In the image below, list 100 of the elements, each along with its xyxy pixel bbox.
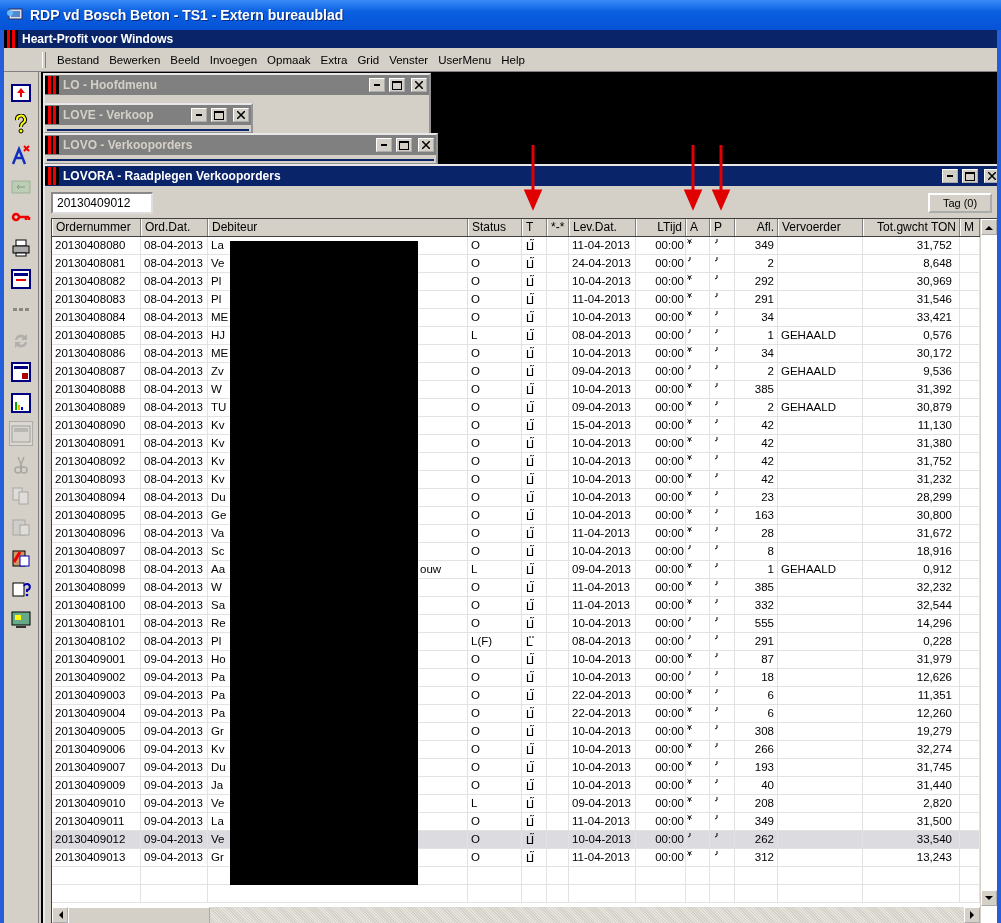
table-row[interactable]: 20130409004 09-04-2013 Pa O 22-04-2013 00:00 6 12,260 <box>52 705 980 723</box>
table-cell: 11-04-2013 <box>572 815 630 827</box>
search-field[interactable]: 20130409012 <box>51 192 153 214</box>
table-cell: O <box>471 707 480 719</box>
column-header[interactable]: T <box>522 219 547 236</box>
table-cell: 10-04-2013 <box>572 473 631 485</box>
table-row[interactable]: 20130408090 08-04-2013 Kv O 15-04-2013 00:00 42 11,130 <box>52 417 980 435</box>
table-row[interactable]: 20130408095 08-04-2013 Ge O 10-04-2013 00:00 163 30,800 <box>52 507 980 525</box>
table-cell: 00:00 <box>655 419 684 431</box>
table-cell: O <box>471 419 480 431</box>
table-row[interactable]: 20130409005 09-04-2013 Gr O 10-04-2013 00:00 308 19,279 <box>52 723 980 741</box>
scrollbar-thumb[interactable] <box>68 907 210 923</box>
column-header[interactable]: P <box>710 219 735 236</box>
table-row[interactable]: 20130409009 09-04-2013 Ja O 10-04-2013 00:00 40 31,440 <box>52 777 980 795</box>
maximize-button[interactable] <box>389 78 405 92</box>
column-header[interactable]: Vervoerder <box>778 219 863 236</box>
table-cell: 163 <box>754 509 774 521</box>
table-row[interactable]: 20130409002 09-04-2013 Pa O 10-04-2013 00:00 18 12,626 <box>52 669 980 687</box>
minimize-button[interactable] <box>369 78 385 92</box>
table-cell: O <box>471 725 480 737</box>
menu-item[interactable]: Venster <box>384 51 434 68</box>
scroll-left-button[interactable] <box>52 907 68 923</box>
scroll-down-button[interactable] <box>981 890 997 906</box>
table-cell: 10-04-2013 <box>572 437 631 449</box>
table-cell: L <box>471 563 478 575</box>
table-row[interactable]: 20130408097 08-04-2013 Sc O 10-04-2013 00:00 8 18,916 <box>52 543 980 561</box>
close-button[interactable] <box>418 138 434 152</box>
column-header[interactable]: A <box>686 219 710 236</box>
maximize-icon <box>392 80 402 90</box>
scroll-up-button[interactable] <box>981 219 997 235</box>
minimize-button[interactable] <box>376 138 392 152</box>
table-cell: 08-04-2013 <box>144 545 203 557</box>
column-header[interactable]: LTijd <box>636 219 686 236</box>
table-row[interactable]: 20130408098 08-04-2013 Aa ouw L 09-04-2013 00:00 1 GEHAALD 0,912 <box>52 561 980 579</box>
table-row[interactable]: 20130408100 08-04-2013 Sa O 11-04-2013 00:00 332 32,544 <box>52 597 980 615</box>
table-row[interactable]: 20130408093 08-04-2013 Kv O 10-04-2013 00:00 42 31,232 <box>52 471 980 489</box>
table-row[interactable]: 20130408087 08-04-2013 Zv O 09-04-2013 00:00 2 GEHAALD 9,536 <box>52 363 980 381</box>
column-header[interactable]: Debiteur <box>208 219 468 236</box>
table-cell: 34 <box>761 347 774 359</box>
column-header[interactable]: Status <box>468 219 522 236</box>
close-button[interactable] <box>411 78 427 92</box>
column-header[interactable]: Ordernummer <box>52 219 141 236</box>
column-header[interactable]: *-* <box>547 219 569 236</box>
table-row[interactable]: 20130409003 09-04-2013 Pa O 22-04-2013 00:00 6 11,351 <box>52 687 980 705</box>
table-row[interactable]: 20130408081 08-04-2013 Ve O 24-04-2013 00:00 2 8,648 <box>52 255 980 273</box>
maximize-button[interactable] <box>962 169 978 183</box>
menu-item[interactable]: Bewerken <box>104 51 166 68</box>
table-row[interactable]: 20130408091 08-04-2013 Kv O 10-04-2013 00:00 42 31,380 <box>52 435 980 453</box>
table-row[interactable]: 20130408082 08-04-2013 Pl O 10-04-2013 00:00 292 30,969 <box>52 273 980 291</box>
table-row[interactable]: 20130408080 08-04-2013 La O 11-04-2013 00:00 349 31,752 <box>52 237 980 255</box>
minimize-button[interactable] <box>942 169 958 183</box>
table-row[interactable]: 20130408083 08-04-2013 Pl O 11-04-2013 00:00 291 31,546 <box>52 291 980 309</box>
table-cell: 20130408096 <box>55 527 126 539</box>
table-row[interactable]: 20130409001 09-04-2013 Ho O 10-04-2013 00:00 87 31,979 <box>52 651 980 669</box>
toolbar-button[interactable] <box>9 266 33 291</box>
table-row[interactable]: 20130408094 08-04-2013 Du O 10-04-2013 00:00 23 28,299 <box>52 489 980 507</box>
column-header[interactable]: Ord.Dat. <box>141 219 208 236</box>
scroll-right-button[interactable] <box>964 907 980 923</box>
column-header[interactable]: Afl. <box>735 219 778 236</box>
maximize-button[interactable] <box>396 138 412 152</box>
tag-button[interactable]: Tag (0) <box>928 193 992 213</box>
menu-item[interactable]: UserMenu <box>433 51 497 68</box>
column-header[interactable]: Lev.Dat. <box>569 219 636 236</box>
menu-item[interactable]: Opmaak <box>262 51 316 68</box>
table-row[interactable]: 20130408089 08-04-2013 TU O 09-04-2013 00:00 2 GEHAALD 30,879 <box>52 399 980 417</box>
table-row[interactable]: 20130409011 09-04-2013 La O 11-04-2013 00:00 349 31,500 <box>52 813 980 831</box>
table-row[interactable]: 20130409013 09-04-2013 Gr O 11-04-2013 00:00 312 13,243 <box>52 849 980 867</box>
minimize-button[interactable] <box>191 108 207 122</box>
table-row[interactable]: 20130408101 08-04-2013 Re O 10-04-2013 00:00 555 14,296 <box>52 615 980 633</box>
toolbar-button[interactable] <box>9 142 33 167</box>
table-row[interactable]: 20130408084 08-04-2013 ME O 10-04-2013 00:00 34 33,421 <box>52 309 980 327</box>
table-cell: 00:00 <box>655 545 684 557</box>
close-button[interactable] <box>233 108 249 122</box>
column-header[interactable]: Tot.gwcht TON <box>863 219 960 236</box>
table-cell: 31,979 <box>916 653 952 665</box>
table-row[interactable]: 20130408096 08-04-2013 Va O 11-04-2013 00:00 28 31,672 <box>52 525 980 543</box>
menu-item[interactable]: Beeld <box>165 51 205 68</box>
tick-mark-icon <box>714 365 718 370</box>
menu-item[interactable]: Grid <box>352 51 385 68</box>
table-row[interactable]: 20130408085 08-04-2013 HJ L 08-04-2013 00:00 1 GEHAALD 0,576 <box>52 327 980 345</box>
menu-item[interactable]: Bestand <box>52 51 105 68</box>
table-row[interactable]: 20130409006 09-04-2013 Kv O 10-04-2013 00:00 266 32,274 <box>52 741 980 759</box>
menu-item[interactable]: Help <box>496 51 530 68</box>
close-button[interactable] <box>984 169 997 183</box>
table-row[interactable]: 20130408088 08-04-2013 W O 10-04-2013 00:00 385 31,392 <box>52 381 980 399</box>
menu-item[interactable]: Extra <box>315 51 353 68</box>
table-row[interactable]: 20130408102 08-04-2013 Pl L(F) 08-04-2013 00:00 291 0,228 <box>52 633 980 651</box>
table-row[interactable]: 20130408086 08-04-2013 ME O 10-04-2013 00:00 34 30,172 <box>52 345 980 363</box>
scissors-icon <box>11 454 31 475</box>
table-row[interactable]: 20130408092 08-04-2013 Kv O 10-04-2013 00:00 42 31,752 <box>52 453 980 471</box>
maximize-button[interactable] <box>211 108 227 122</box>
toolbar-button[interactable] <box>9 359 33 384</box>
table-row[interactable]: 20130408099 08-04-2013 W O 11-04-2013 00:00 385 32,232 <box>52 579 980 597</box>
menu-item[interactable]: Invoegen <box>204 51 263 68</box>
table-row[interactable]: 20130409012 09-04-2013 Ve O 10-04-2013 00:00 262 33,540 <box>52 831 980 849</box>
table-row[interactable]: 20130409007 09-04-2013 Du O 10-04-2013 00:00 193 31,745 <box>52 759 980 777</box>
table-row[interactable]: 20130409010 09-04-2013 Ve L 09-04-2013 00:00 208 2,820 <box>52 795 980 813</box>
window-title: LOVO - Verkooporders <box>63 138 194 152</box>
toolbar-button[interactable] <box>9 390 33 415</box>
table-cell: O <box>471 239 480 251</box>
